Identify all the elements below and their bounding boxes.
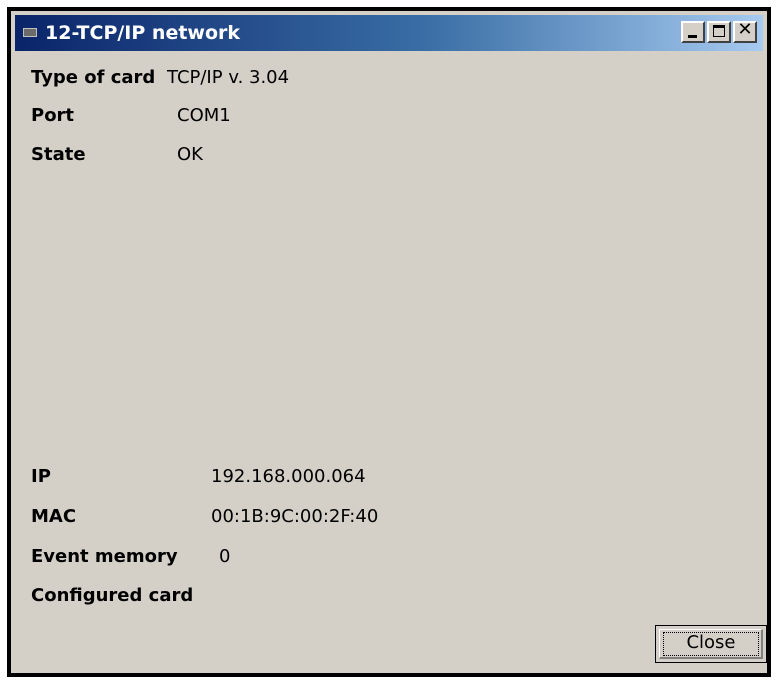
ip-value: 192.168.000.064 xyxy=(211,466,366,487)
close-window-button[interactable]: ✕ xyxy=(733,21,757,43)
mac-value: 00:1B:9C:00:2F:40 xyxy=(211,506,379,527)
type-of-card-label: Type of card xyxy=(31,67,156,88)
mac-label: MAC xyxy=(31,506,77,527)
minimize-icon xyxy=(688,35,697,38)
configured-card-label: Configured card xyxy=(31,585,194,606)
close-icon: ✕ xyxy=(737,19,753,40)
window-title: 12-TCP/IP network xyxy=(45,22,241,44)
event-memory-label: Event memory xyxy=(31,546,178,567)
port-value: COM1 xyxy=(177,105,231,126)
close-button[interactable]: Close xyxy=(655,625,767,663)
port-label: Port xyxy=(31,105,75,126)
ip-label: IP xyxy=(31,466,51,487)
state-value: OK xyxy=(177,144,203,165)
dialog-window: 12-TCP/IP network ✕ Type of card TCP/IP … xyxy=(7,7,771,677)
minimize-button[interactable] xyxy=(681,21,705,43)
event-memory-value: 0 xyxy=(219,546,231,567)
maximize-button[interactable] xyxy=(707,21,731,43)
state-label: State xyxy=(31,144,86,165)
title-bar[interactable]: 12-TCP/IP network ✕ xyxy=(15,15,763,51)
close-button-label: Close xyxy=(686,632,736,653)
type-of-card-value: TCP/IP v. 3.04 xyxy=(167,67,290,88)
maximize-icon xyxy=(713,25,725,37)
app-icon[interactable] xyxy=(23,28,37,37)
